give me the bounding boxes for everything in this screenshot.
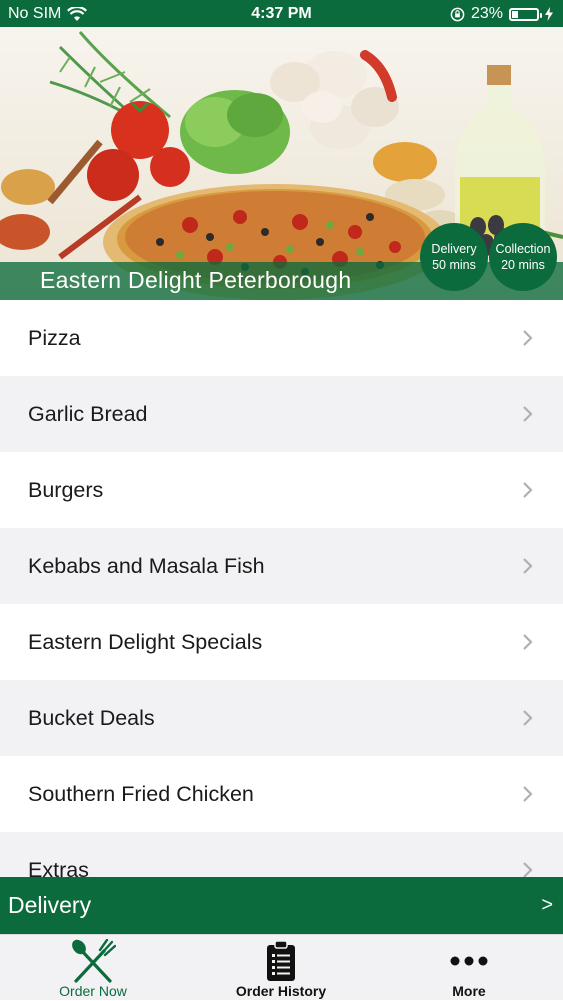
menu-category-label: Kebabs and Masala Fish: [28, 553, 265, 578]
chevron-right-icon: [523, 710, 533, 726]
tab-order-now-label: Order Now: [59, 983, 127, 999]
menu-category-label: Garlic Bread: [28, 401, 148, 426]
menu-category-garlic-bread[interactable]: Garlic Bread: [0, 376, 563, 452]
orientation-lock-icon: [450, 7, 465, 21]
chevron-right-icon: [523, 330, 533, 346]
order-mode-label: Delivery: [8, 892, 92, 918]
menu-category-bucket-deals[interactable]: Bucket Deals: [0, 680, 563, 756]
delivery-time-badge[interactable]: Delivery 50 mins: [420, 223, 488, 291]
menu-category-list: Pizza Garlic Bread Burgers Kebabs and Ma…: [0, 300, 563, 877]
hero-banner: Eastern Delight Peterborough Delivery 50…: [0, 27, 563, 300]
chevron-right-icon: [523, 786, 533, 802]
battery-icon: [509, 7, 542, 21]
menu-category-label: Burgers: [28, 477, 104, 502]
menu-category-label: Extras: [28, 857, 89, 878]
collection-badge-label: Collection: [495, 242, 551, 256]
chevron-right-icon: [523, 558, 533, 574]
tab-order-history-label: Order History: [235, 983, 327, 999]
menu-category-pizza[interactable]: Pizza: [0, 300, 563, 376]
chevron-right-icon: [523, 482, 533, 498]
battery-level: [512, 10, 518, 18]
chevron-right-icon: [523, 634, 533, 650]
menu-category-label: Pizza: [28, 325, 81, 350]
order-mode-arrow: >: [541, 894, 553, 916]
menu-category-kebabs-masala-fish[interactable]: Kebabs and Masala Fish: [0, 528, 563, 604]
delivery-badge-time: 50 mins: [432, 258, 476, 272]
menu-category-label: Southern Fried Chicken: [28, 781, 254, 806]
fork-knife-icon: [33, 939, 153, 983]
collection-badge-time: 20 mins: [501, 258, 545, 272]
menu-category-label: Bucket Deals: [28, 705, 155, 730]
tab-order-history[interactable]: Order History: [221, 935, 341, 1001]
charging-bolt-icon: [545, 7, 553, 21]
delivery-badge-label: Delivery: [431, 242, 477, 256]
more-dots-icon: [409, 939, 529, 983]
chevron-right-icon: [523, 406, 533, 422]
battery-percent: 23%: [470, 5, 503, 22]
tab-more-label: More: [452, 983, 486, 999]
restaurant-name: Eastern Delight Peterborough: [40, 267, 352, 293]
tab-bar: Order Now Order History More: [0, 934, 563, 1000]
menu-category-southern-fried-chicken[interactable]: Southern Fried Chicken: [0, 756, 563, 832]
status-bar: No SIM 4:37 PM 23%: [0, 0, 563, 27]
chevron-right-icon: [523, 862, 533, 877]
tab-order-now[interactable]: Order Now: [33, 935, 153, 1001]
tab-more[interactable]: More: [409, 935, 529, 1001]
clipboard-list-icon: [221, 939, 341, 983]
menu-category-eastern-delight-specials[interactable]: Eastern Delight Specials: [0, 604, 563, 680]
menu-category-label: Eastern Delight Specials: [28, 629, 263, 654]
menu-category-extras[interactable]: Extras: [0, 832, 563, 877]
status-bar-right: 23%: [450, 5, 553, 23]
order-mode-bar[interactable]: Delivery >: [0, 877, 563, 934]
collection-time-badge[interactable]: Collection 20 mins: [489, 223, 557, 291]
menu-category-burgers[interactable]: Burgers: [0, 452, 563, 528]
